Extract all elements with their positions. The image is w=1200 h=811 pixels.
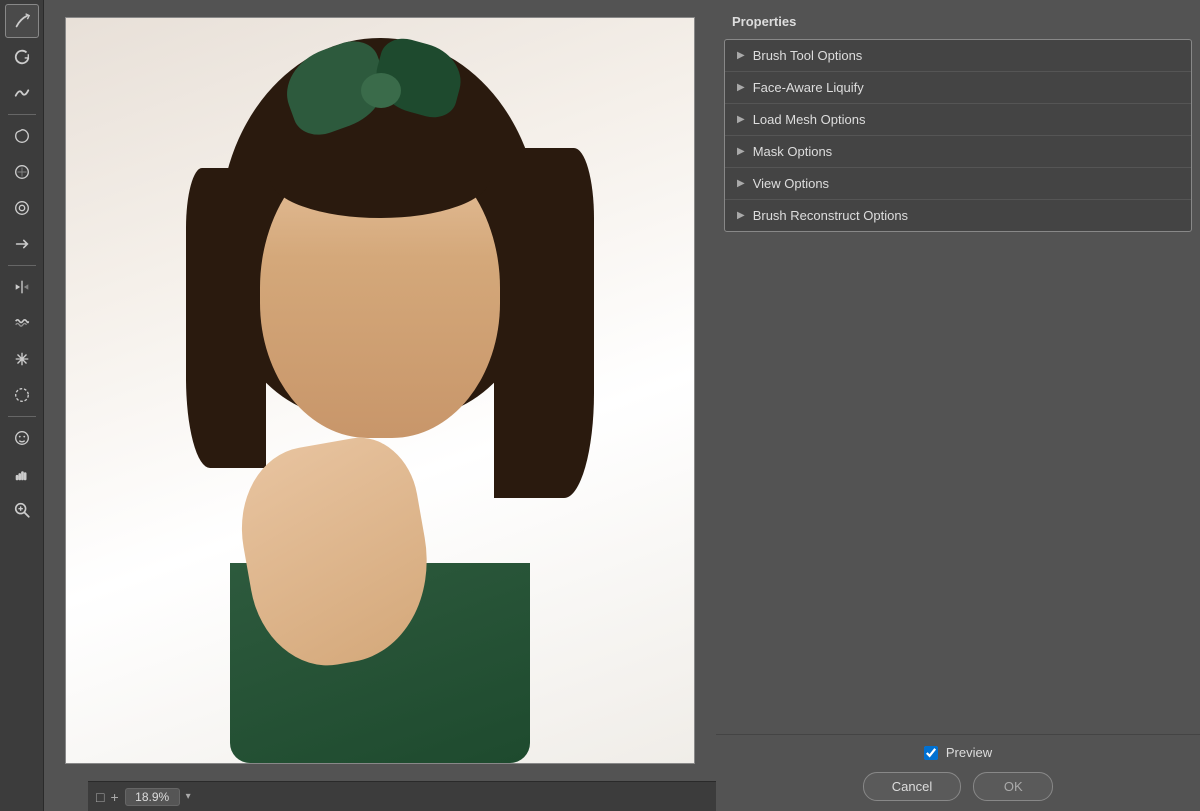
arrow-view: ▶ (737, 178, 745, 189)
preview-row: Preview (736, 745, 1180, 760)
section-mask-options[interactable]: ▶ Mask Options (725, 136, 1191, 168)
canvas-area (44, 0, 716, 811)
section-brush-tool-label: Brush Tool Options (753, 48, 863, 63)
turbulence-tool[interactable] (5, 306, 39, 340)
section-load-mesh-options[interactable]: ▶ Load Mesh Options (725, 104, 1191, 136)
canvas-image (66, 18, 694, 763)
section-view-label: View Options (753, 176, 829, 191)
freeze-mask-tool[interactable] (5, 342, 39, 376)
arrow-brush-reconstruct: ▶ (737, 210, 745, 221)
properties-sections-box: ▶ Brush Tool Options ▶ Face-Aware Liquif… (724, 39, 1192, 232)
preview-checkbox[interactable] (924, 746, 938, 760)
push-left-tool[interactable] (5, 227, 39, 261)
ok-button[interactable]: OK (973, 772, 1053, 801)
zoom-dropdown-btn[interactable]: ▾ (186, 791, 191, 802)
section-face-aware-label: Face-Aware Liquify (753, 80, 864, 95)
section-brush-tool-options[interactable]: ▶ Brush Tool Options (725, 40, 1191, 72)
hand-tool[interactable] (5, 457, 39, 491)
properties-header: Properties (724, 8, 1192, 39)
portrait-bangs (270, 138, 490, 218)
warp-tool[interactable] (5, 4, 39, 38)
section-brush-reconstruct-options[interactable]: ▶ Brush Reconstruct Options (725, 200, 1191, 231)
zoom-increase-btn[interactable]: + (110, 790, 118, 804)
twirl-tool[interactable] (5, 119, 39, 153)
portrait-ribbon-center (361, 73, 401, 108)
face-tool[interactable] (5, 421, 39, 455)
section-load-mesh-label: Load Mesh Options (753, 112, 866, 127)
reconstruct-tool[interactable] (5, 40, 39, 74)
section-face-aware-liquify[interactable]: ▶ Face-Aware Liquify (725, 72, 1191, 104)
portrait-background (66, 18, 694, 763)
tool-divider-2 (8, 265, 36, 266)
arrow-face-aware: ▶ (737, 82, 745, 93)
button-row: Cancel OK (736, 772, 1180, 801)
arrow-brush-tool: ▶ (737, 50, 745, 61)
section-brush-reconstruct-label: Brush Reconstruct Options (753, 208, 908, 223)
section-mask-label: Mask Options (753, 144, 832, 159)
arrow-load-mesh: ▶ (737, 114, 745, 125)
portrait-hair-left (186, 168, 266, 468)
right-panel: Properties ▶ Brush Tool Options ▶ Face-A… (716, 0, 1200, 811)
zoom-value: 18.9% (125, 788, 180, 806)
smooth-tool[interactable] (5, 76, 39, 110)
tool-divider-1 (8, 114, 36, 115)
zoom-decrease-btn[interactable]: □ (96, 790, 104, 804)
canvas-statusbar: □ + 18.9% ▾ (88, 781, 716, 811)
pucker-tool[interactable] (5, 155, 39, 189)
app-container: Properties ▶ Brush Tool Options ▶ Face-A… (0, 0, 1200, 811)
canvas-wrapper (65, 17, 695, 764)
section-view-options[interactable]: ▶ View Options (725, 168, 1191, 200)
zoom-tool[interactable] (5, 493, 39, 527)
panel-bottom: Preview Cancel OK (716, 734, 1200, 811)
properties-panel: Properties ▶ Brush Tool Options ▶ Face-A… (716, 0, 1200, 811)
tool-divider-3 (8, 416, 36, 417)
preview-label: Preview (946, 745, 992, 760)
mirror-tool[interactable] (5, 270, 39, 304)
cancel-button[interactable]: Cancel (863, 772, 961, 801)
portrait-hair-right (494, 148, 594, 498)
thaw-mask-tool[interactable] (5, 378, 39, 412)
bloat-tool[interactable] (5, 191, 39, 225)
arrow-mask: ▶ (737, 146, 745, 157)
toolbar (0, 0, 44, 811)
